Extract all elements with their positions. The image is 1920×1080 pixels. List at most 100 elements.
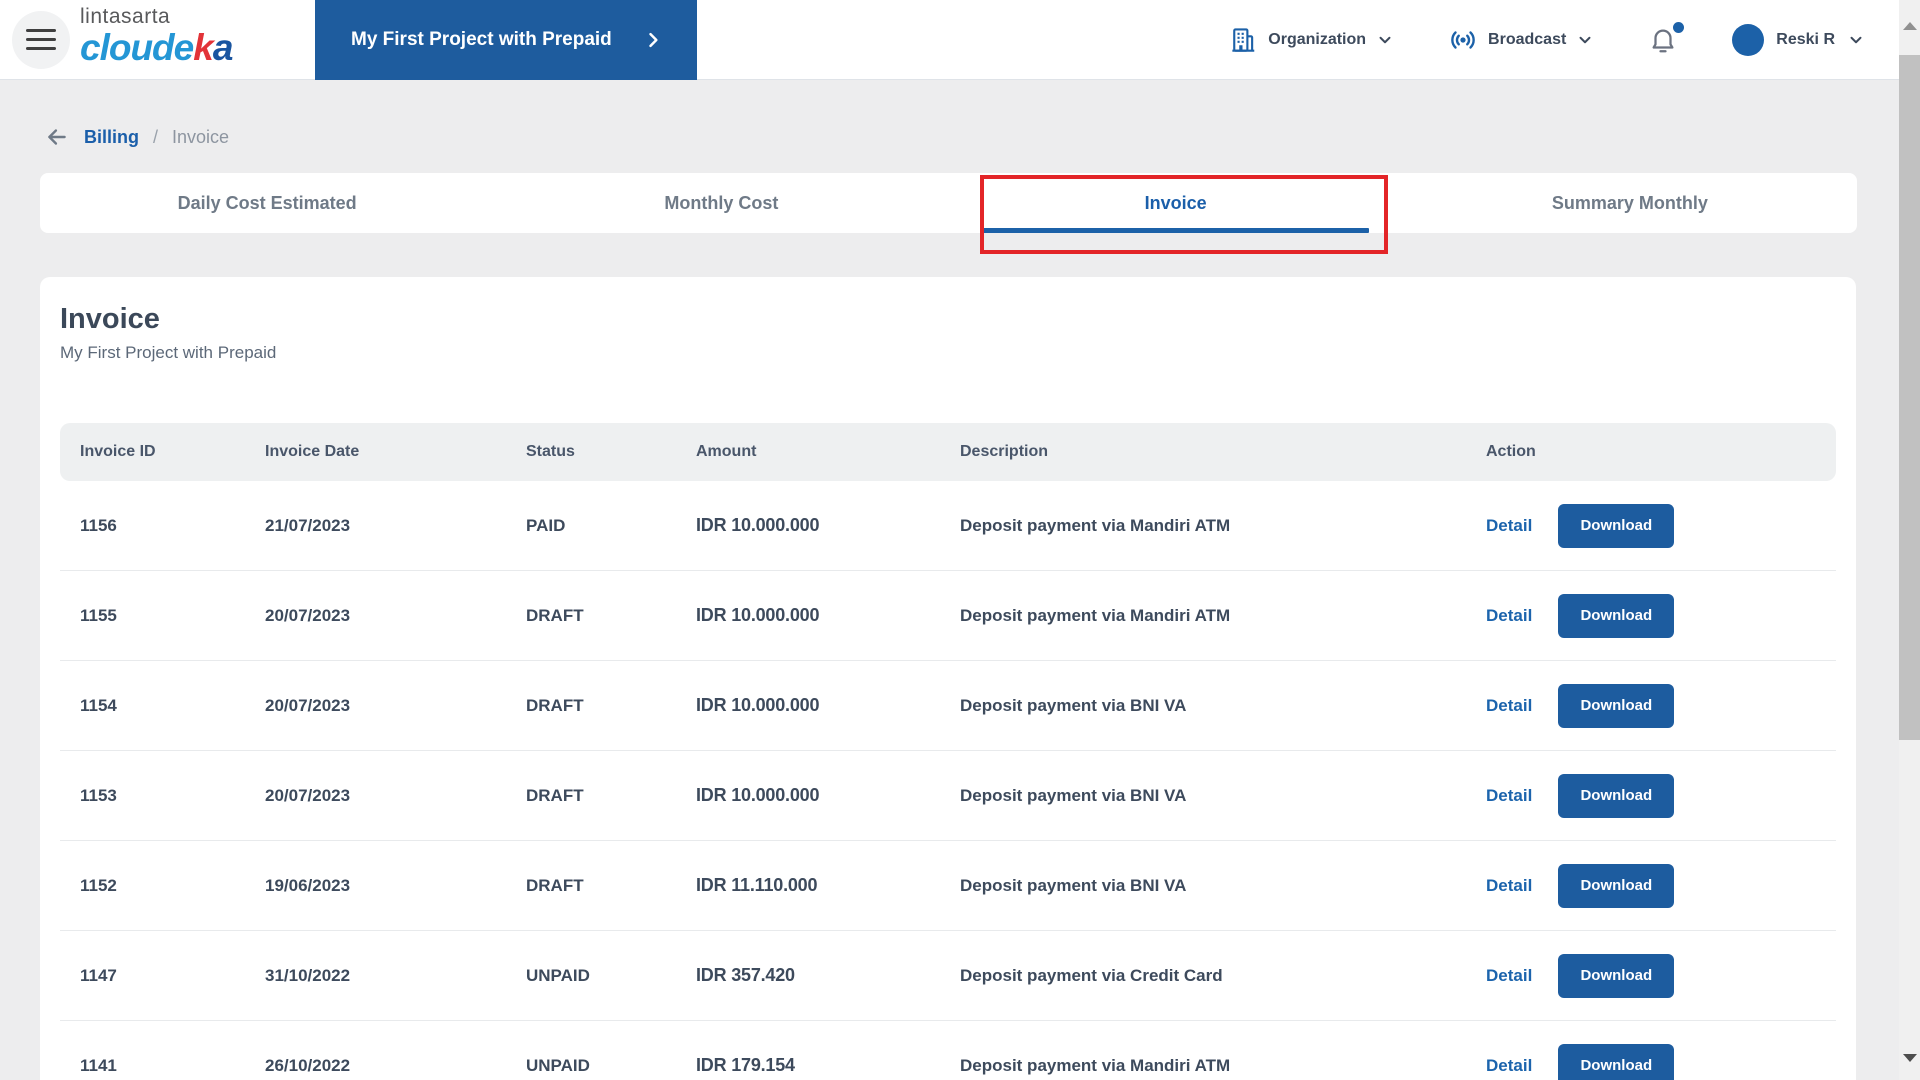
amount-cell: IDR 179.154: [696, 1055, 960, 1076]
detail-link[interactable]: Detail: [1486, 696, 1532, 716]
invoice-date-cell: 26/10/2022: [265, 1056, 526, 1076]
status-cell: DRAFT: [526, 786, 696, 806]
avatar: [1732, 24, 1764, 56]
table-row: 115219/06/2023DRAFTIDR 11.110.000Deposit…: [60, 841, 1836, 931]
description-cell: Deposit payment via BNI VA: [960, 696, 1486, 716]
chevron-down-icon: [1847, 31, 1865, 49]
table-row: 115621/07/2023PAIDIDR 10.000.000Deposit …: [60, 481, 1836, 571]
hamburger-menu-button[interactable]: [12, 11, 70, 69]
download-button[interactable]: Download: [1558, 594, 1674, 638]
scrollbar-up-arrow[interactable]: [1899, 16, 1920, 46]
user-menu[interactable]: Reski R: [1732, 24, 1865, 56]
description-cell: Deposit payment via Mandiri ATM: [960, 1056, 1486, 1076]
table-body: 115621/07/2023PAIDIDR 10.000.000Deposit …: [60, 481, 1836, 1080]
billing-tab-bar: Daily Cost Estimated Monthly Cost Invoic…: [40, 173, 1857, 233]
invoice-id-cell: 1152: [80, 876, 265, 896]
brand-logo: lintasarta cloudeka: [80, 6, 232, 66]
column-header-invoice-id: Invoice ID: [80, 443, 265, 461]
breadcrumb-separator: /: [153, 127, 158, 148]
download-button[interactable]: Download: [1558, 774, 1674, 818]
logo-cloudeka-text: cloudeka: [80, 29, 232, 66]
breadcrumb: Billing / Invoice: [40, 116, 229, 158]
broadcast-label: Broadcast: [1488, 31, 1566, 49]
tab-invoice[interactable]: Invoice: [949, 173, 1403, 233]
amount-cell: IDR 10.000.000: [696, 695, 960, 716]
invoice-id-cell: 1141: [80, 1056, 265, 1076]
active-tab-underline: [983, 228, 1369, 233]
column-header-invoice-date: Invoice Date: [265, 443, 526, 461]
status-cell: PAID: [526, 516, 696, 536]
column-header-description: Description: [960, 443, 1486, 461]
detail-link[interactable]: Detail: [1486, 1056, 1532, 1076]
back-arrow-button[interactable]: [44, 124, 70, 150]
project-name-label: My First Project with Prepaid: [351, 29, 612, 51]
action-cell: Detail Download: [1486, 504, 1836, 548]
description-cell: Deposit payment via Mandiri ATM: [960, 606, 1486, 626]
download-button[interactable]: Download: [1558, 504, 1674, 548]
action-cell: Detail Download: [1486, 594, 1836, 638]
invoice-date-cell: 19/06/2023: [265, 876, 526, 896]
table-header-row: Invoice ID Invoice Date Status Amount De…: [60, 423, 1836, 481]
invoice-date-cell: 20/07/2023: [265, 696, 526, 716]
invoice-date-cell: 20/07/2023: [265, 606, 526, 626]
broadcast-menu[interactable]: Broadcast: [1448, 25, 1594, 55]
app-header: lintasarta cloudeka My First Project wit…: [0, 0, 1920, 80]
organization-label: Organization: [1268, 31, 1366, 49]
download-button[interactable]: Download: [1558, 1044, 1674, 1080]
column-header-action: Action: [1486, 443, 1836, 461]
action-cell: Detail Download: [1486, 864, 1836, 908]
scrollbar-down-arrow[interactable]: [1899, 1046, 1920, 1076]
breadcrumb-billing-link[interactable]: Billing: [84, 127, 139, 148]
download-button[interactable]: Download: [1558, 864, 1674, 908]
tab-monthly-cost[interactable]: Monthly Cost: [494, 173, 948, 233]
table-row: 114126/10/2022UNPAIDIDR 179.154Deposit p…: [60, 1021, 1836, 1080]
tab-daily-cost-estimated[interactable]: Daily Cost Estimated: [40, 173, 494, 233]
table-row: 114731/10/2022UNPAIDIDR 357.420Deposit p…: [60, 931, 1836, 1021]
chevron-down-icon: [1376, 31, 1394, 49]
status-cell: UNPAID: [526, 1056, 696, 1076]
status-cell: UNPAID: [526, 966, 696, 986]
download-button[interactable]: Download: [1558, 954, 1674, 998]
page-subtitle: My First Project with Prepaid: [60, 343, 1836, 363]
download-button[interactable]: Download: [1558, 684, 1674, 728]
invoice-id-cell: 1155: [80, 606, 265, 626]
invoice-card: Invoice My First Project with Prepaid In…: [40, 277, 1856, 1080]
chevron-right-icon: [643, 30, 663, 50]
amount-cell: IDR 10.000.000: [696, 785, 960, 806]
broadcast-icon: [1448, 25, 1478, 55]
invoice-date-cell: 20/07/2023: [265, 786, 526, 806]
action-cell: Detail Download: [1486, 774, 1836, 818]
status-cell: DRAFT: [526, 606, 696, 626]
detail-link[interactable]: Detail: [1486, 966, 1532, 986]
column-header-status: Status: [526, 443, 696, 461]
notification-badge: [1673, 22, 1684, 33]
amount-cell: IDR 11.110.000: [696, 875, 960, 896]
logo-lintasarta-text: lintasarta: [80, 6, 232, 27]
table-row: 115520/07/2023DRAFTIDR 10.000.000Deposit…: [60, 571, 1836, 661]
project-switcher-button[interactable]: My First Project with Prepaid: [315, 0, 697, 80]
description-cell: Deposit payment via BNI VA: [960, 876, 1486, 896]
building-icon: [1228, 25, 1258, 55]
header-right-nav: Organization Broadcast: [1228, 0, 1865, 80]
description-cell: Deposit payment via Credit Card: [960, 966, 1486, 986]
amount-cell: IDR 357.420: [696, 965, 960, 986]
invoice-id-cell: 1156: [80, 516, 265, 536]
table-row: 115420/07/2023DRAFTIDR 10.000.000Deposit…: [60, 661, 1836, 751]
organization-menu[interactable]: Organization: [1228, 25, 1394, 55]
invoice-date-cell: 21/07/2023: [265, 516, 526, 536]
column-header-amount: Amount: [696, 443, 960, 461]
user-name-label: Reski R: [1776, 31, 1835, 49]
vertical-scrollbar: [1899, 0, 1920, 1080]
tab-summary-monthly[interactable]: Summary Monthly: [1403, 173, 1857, 233]
invoice-id-cell: 1154: [80, 696, 265, 716]
detail-link[interactable]: Detail: [1486, 516, 1532, 536]
detail-link[interactable]: Detail: [1486, 876, 1532, 896]
detail-link[interactable]: Detail: [1486, 606, 1532, 626]
invoice-id-cell: 1147: [80, 966, 265, 986]
status-cell: DRAFT: [526, 876, 696, 896]
scrollbar-thumb[interactable]: [1899, 55, 1920, 740]
notifications-button[interactable]: [1648, 24, 1678, 56]
description-cell: Deposit payment via BNI VA: [960, 786, 1486, 806]
detail-link[interactable]: Detail: [1486, 786, 1532, 806]
breadcrumb-current: Invoice: [172, 127, 229, 148]
